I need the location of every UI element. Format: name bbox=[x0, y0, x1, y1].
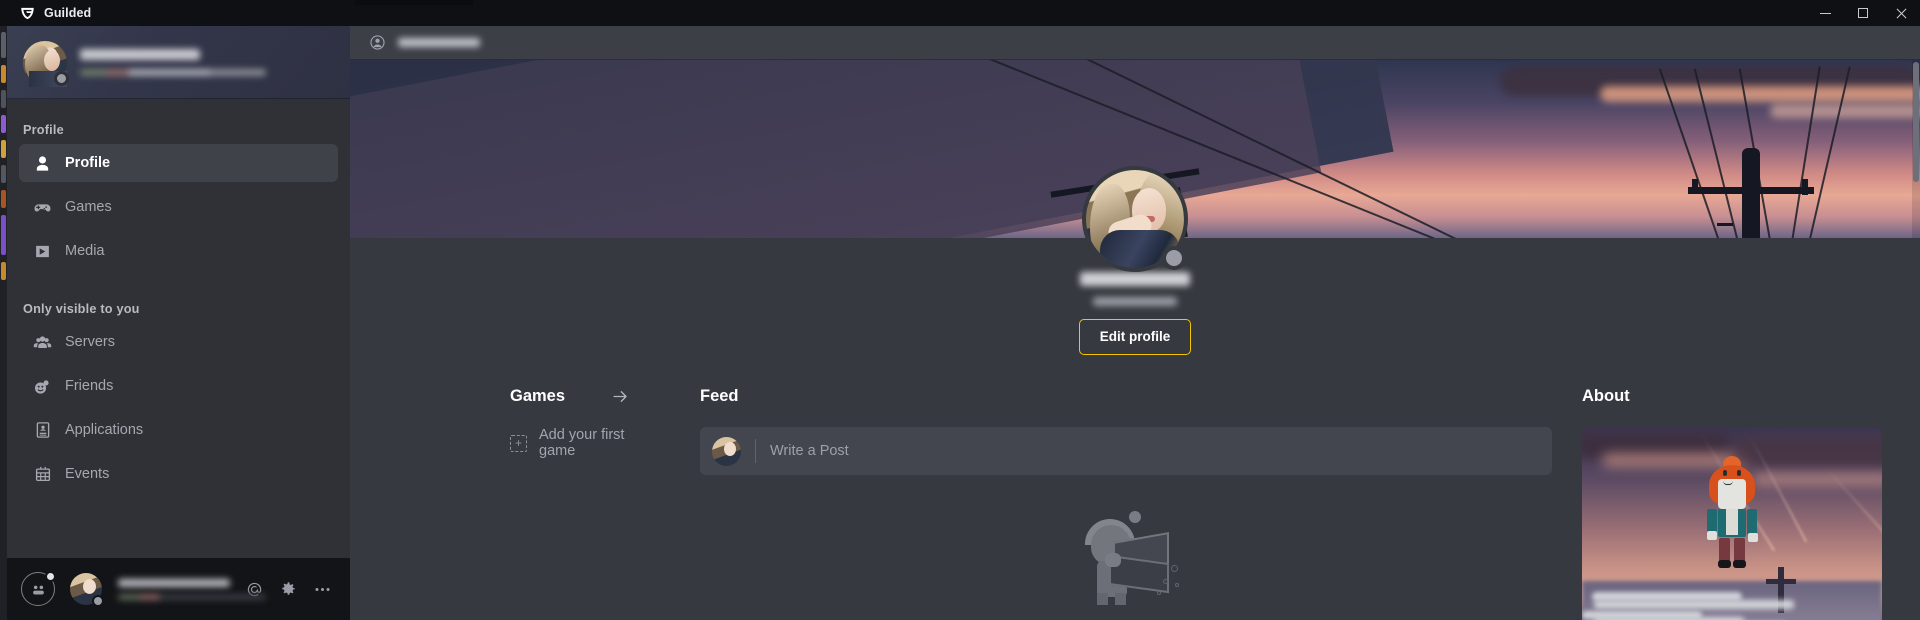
write-post-placeholder: Write a Post bbox=[770, 443, 849, 459]
user-subtitle-redacted bbox=[80, 69, 266, 76]
person-circle-icon bbox=[369, 34, 386, 51]
rail-item[interactable] bbox=[1, 165, 6, 183]
main-panel: Edit profile Games + Add your first game… bbox=[350, 26, 1920, 620]
main-top-bar bbox=[350, 26, 1920, 60]
sidebar-item-friends[interactable]: Friends bbox=[19, 367, 338, 405]
games-title: Games bbox=[510, 386, 566, 405]
username-redacted bbox=[118, 578, 230, 587]
sidebar-item-media[interactable]: Media bbox=[19, 232, 338, 270]
feed-header: Feed bbox=[700, 385, 1552, 407]
person-icon bbox=[33, 154, 52, 173]
dashed-plus-icon: + bbox=[510, 434, 527, 452]
title-bar: Guilded bbox=[0, 0, 1920, 26]
media-play-icon bbox=[33, 242, 52, 261]
sidebar-item-label: Friends bbox=[65, 378, 114, 394]
sidebar: Profile Profile Games Media Only visible… bbox=[7, 26, 350, 620]
about-text-redacted bbox=[1594, 600, 1794, 609]
about-title: About bbox=[1582, 386, 1630, 405]
add-first-game-label: Add your first game bbox=[539, 427, 625, 459]
handle-redacted bbox=[1093, 297, 1177, 306]
page-scrollbar[interactable] bbox=[1912, 60, 1920, 238]
more-horizontal-icon[interactable] bbox=[313, 580, 332, 599]
display-name-redacted bbox=[1080, 272, 1190, 286]
online-dot bbox=[45, 571, 56, 582]
sidebar-item-label: Applications bbox=[65, 422, 144, 438]
rail-item[interactable] bbox=[1, 262, 6, 280]
minimize-icon[interactable] bbox=[1806, 0, 1844, 26]
sidebar-user-names bbox=[80, 49, 334, 76]
sidebar-item-profile[interactable]: Profile bbox=[19, 144, 338, 182]
feed-column: Feed Write a Post bbox=[630, 385, 1552, 620]
close-icon[interactable] bbox=[1882, 0, 1920, 26]
rail-item[interactable] bbox=[1, 190, 6, 208]
games-column: Games + Add your first game bbox=[350, 385, 630, 620]
maximize-icon[interactable] bbox=[1844, 0, 1882, 26]
guilded-shield-icon bbox=[21, 7, 34, 19]
gear-icon[interactable] bbox=[279, 580, 297, 598]
app-body: Profile Profile Games Media Only visible… bbox=[0, 26, 1920, 620]
arrow-right-icon[interactable] bbox=[611, 387, 630, 406]
rail-item[interactable] bbox=[1, 115, 6, 133]
sidebar-bottom-bar bbox=[7, 558, 350, 620]
feed-empty-state bbox=[700, 475, 1552, 605]
write-post-input[interactable]: Write a Post bbox=[700, 427, 1552, 475]
app-logo: Guilded bbox=[20, 6, 91, 21]
sidebar-item-servers[interactable]: Servers bbox=[19, 323, 338, 361]
feed-title: Feed bbox=[700, 386, 739, 405]
sidebar-item-events[interactable]: Events bbox=[19, 455, 338, 493]
status-idle-icon bbox=[92, 595, 104, 607]
sidebar-user-header[interactable] bbox=[7, 26, 350, 99]
sidebar-item-label: Profile bbox=[65, 155, 111, 171]
friends-smiley-icon bbox=[33, 377, 52, 396]
server-rail[interactable] bbox=[0, 26, 7, 620]
rail-item[interactable] bbox=[1, 215, 6, 255]
about-column: About bbox=[1552, 385, 1882, 620]
divider bbox=[755, 439, 756, 463]
sidebar-item-label: Games bbox=[65, 199, 112, 215]
rail-item[interactable] bbox=[1, 32, 6, 58]
add-first-game-row[interactable]: + Add your first game bbox=[510, 427, 630, 459]
rail-item[interactable] bbox=[1, 65, 6, 83]
gamepad-icon bbox=[33, 198, 52, 217]
about-header: About bbox=[1582, 385, 1882, 407]
app-title: Guilded bbox=[44, 6, 92, 20]
sidebar-item-label: Servers bbox=[65, 334, 115, 350]
rail-item[interactable] bbox=[1, 90, 6, 108]
status-idle-icon bbox=[1162, 246, 1186, 270]
sidebar-item-games[interactable]: Games bbox=[19, 188, 338, 226]
sidebar-item-applications[interactable]: Applications bbox=[19, 411, 338, 449]
rail-item[interactable] bbox=[1, 140, 6, 158]
username-redacted bbox=[80, 49, 200, 60]
guilded-app-window: Guilded Profile Profile Games Media Only… bbox=[0, 0, 1920, 620]
bottom-avatar[interactable] bbox=[70, 573, 104, 607]
roblox-avatar-screenshot bbox=[1701, 456, 1763, 573]
profile-avatar-wrapper[interactable] bbox=[1082, 166, 1188, 272]
user-avatar-small bbox=[712, 436, 741, 466]
team-pill[interactable] bbox=[21, 571, 56, 606]
sidebar-section-label-profile: Profile bbox=[23, 123, 64, 137]
sidebar-item-label: Media bbox=[65, 243, 105, 259]
profile-columns: Games + Add your first game Feed Write a… bbox=[350, 355, 1920, 620]
sidebar-item-label: Events bbox=[65, 466, 110, 482]
sidebar-nav: Profile Profile Games Media Only visible… bbox=[7, 99, 350, 558]
edit-profile-button[interactable]: Edit profile bbox=[1078, 319, 1192, 355]
events-calendar-icon bbox=[33, 465, 52, 484]
servers-group-icon bbox=[33, 333, 52, 352]
status-idle-icon bbox=[54, 70, 69, 86]
sidebar-section-label-private: Only visible to you bbox=[23, 302, 140, 316]
games-header: Games bbox=[510, 385, 630, 407]
user-subtitle-redacted bbox=[118, 593, 266, 600]
profile-content: Edit profile Games + Add your first game… bbox=[350, 60, 1920, 620]
window-drag-notch bbox=[355, 0, 473, 5]
bottom-user-names bbox=[118, 578, 266, 600]
applications-id-card-icon bbox=[33, 421, 52, 440]
breadcrumb-title-redacted bbox=[398, 38, 480, 47]
empty-feed-illustration bbox=[1067, 509, 1185, 605]
window-controls bbox=[1806, 0, 1920, 26]
about-card[interactable] bbox=[1582, 427, 1882, 620]
avatar[interactable] bbox=[23, 40, 69, 87]
